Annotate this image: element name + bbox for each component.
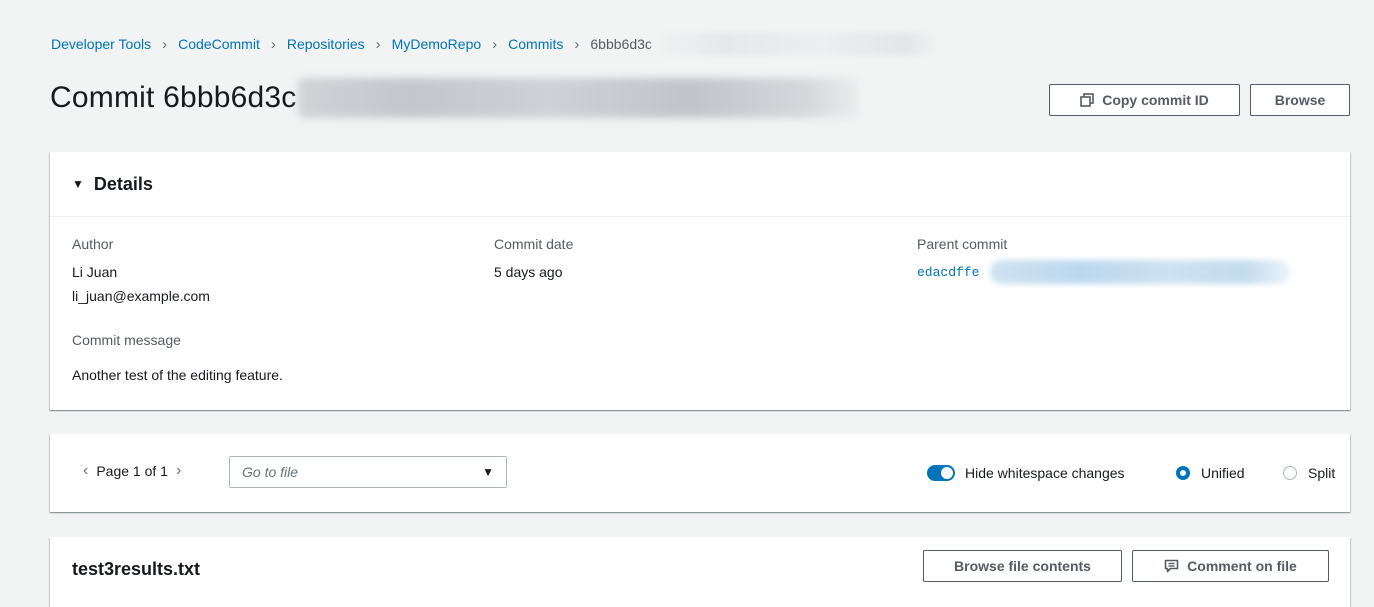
details-heading: Details <box>93 173 153 194</box>
chevron-right-icon: › <box>574 35 580 53</box>
diff-toolbar: ‹ Page 1 of 1 › Go to file ▼ Hide whites… <box>50 434 1350 512</box>
breadcrumb-developer-tools[interactable]: Developer Tools <box>51 36 151 52</box>
breadcrumb: Developer Tools › CodeCommit › Repositor… <box>51 33 937 55</box>
commit-date: 5 days ago <box>494 264 563 280</box>
author-label: Author <box>72 236 114 252</box>
details-panel: ▼ Details Author Li Juan li_juan@example… <box>50 152 1350 410</box>
dropdown-icon: ▼ <box>482 465 494 479</box>
file-name: test3results.txt <box>72 559 201 579</box>
file-panel: test3results.txt Browse file contents Co… <box>50 537 1350 607</box>
copy-commit-id-label: Copy commit ID <box>1102 92 1209 108</box>
split-label: Split <box>1308 465 1336 481</box>
commit-message-label: Commit message <box>72 332 181 348</box>
chevron-right-icon: › <box>375 35 381 53</box>
breadcrumb-codecommit[interactable]: CodeCommit <box>178 36 260 52</box>
page-header: Commit 6bbb6d3c <box>50 78 859 118</box>
redacted-region <box>298 78 859 118</box>
copy-commit-id-button[interactable]: Copy commit ID <box>1049 84 1240 116</box>
unified-label: Unified <box>1201 465 1245 481</box>
caret-down-icon: ▼ <box>72 177 84 191</box>
redacted-region <box>990 260 1290 284</box>
unified-radio[interactable] <box>1176 466 1190 480</box>
chevron-right-icon: › <box>492 35 498 53</box>
comment-icon <box>1164 559 1179 573</box>
copy-icon <box>1080 93 1095 107</box>
page-title: Commit 6bbb6d3c <box>50 81 297 114</box>
go-to-file-placeholder: Go to file <box>242 464 299 480</box>
commit-message: Another test of the editing feature. <box>72 367 283 383</box>
hide-whitespace-label: Hide whitespace changes <box>965 465 1125 481</box>
page-indicator: Page 1 of 1 <box>96 463 168 479</box>
breadcrumb-current-commit: 6bbb6d3c <box>590 36 652 52</box>
breadcrumb-repositories[interactable]: Repositories <box>287 36 365 52</box>
comment-on-file-button[interactable]: Comment on file <box>1132 550 1329 582</box>
author-email: li_juan@example.com <box>72 288 210 304</box>
go-to-file-select[interactable]: Go to file ▼ <box>229 456 507 488</box>
hide-whitespace-toggle[interactable] <box>927 465 955 481</box>
parent-commit-link[interactable]: edacdffe <box>917 265 979 280</box>
chevron-right-icon[interactable]: › <box>176 462 181 480</box>
redacted-region <box>651 33 937 55</box>
browse-file-contents-button[interactable]: Browse file contents <box>923 550 1122 582</box>
author-name: Li Juan <box>72 264 118 280</box>
pagination: ‹ Page 1 of 1 › <box>83 462 181 480</box>
commit-date-label: Commit date <box>494 236 574 252</box>
split-radio[interactable] <box>1283 466 1297 480</box>
chevron-right-icon: › <box>270 35 276 53</box>
chevron-right-icon: › <box>162 35 168 53</box>
breadcrumb-commits[interactable]: Commits <box>508 36 563 52</box>
details-header[interactable]: ▼ Details <box>50 152 1350 217</box>
browse-button[interactable]: Browse <box>1250 84 1350 116</box>
comment-on-file-label: Comment on file <box>1187 558 1297 574</box>
chevron-left-icon[interactable]: ‹ <box>83 462 88 480</box>
parent-commit-label: Parent commit <box>917 236 1008 252</box>
breadcrumb-mydemorepo[interactable]: MyDemoRepo <box>392 36 481 52</box>
